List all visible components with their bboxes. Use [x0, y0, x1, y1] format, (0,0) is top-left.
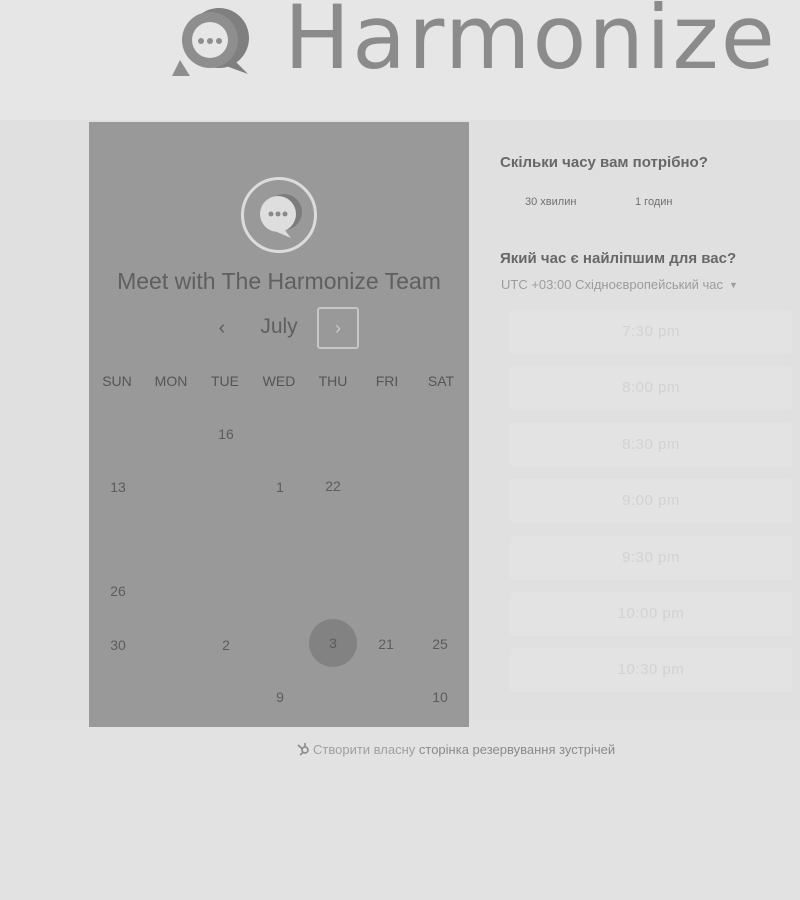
month-navigator: ‹ July › — [89, 307, 469, 349]
calendar-day[interactable]: 10 — [420, 689, 460, 709]
footer-promo: Створити власну сторінка резервування зу… — [296, 742, 615, 757]
duration-option-1hour[interactable]: 1 годин — [635, 196, 672, 208]
timezone-select[interactable]: UTC +03:00 Східноєвропейський час ▼ — [501, 277, 738, 292]
calendar-day[interactable]: 25 — [420, 636, 460, 656]
calendar-day[interactable]: 22 — [313, 478, 353, 498]
weekday-sat: SAT — [427, 373, 455, 389]
team-avatar — [241, 177, 317, 253]
time-slot[interactable]: 8:30 pm — [510, 423, 792, 467]
chat-bubble-logo-icon — [172, 8, 249, 76]
weekday-header: SUN MON TUE WED THU FRI SAT — [89, 373, 470, 389]
brand-name: Harmonize — [284, 0, 777, 89]
calendar-day[interactable]: 30 — [98, 637, 138, 657]
month-label: July — [260, 315, 298, 338]
calendar-day[interactable]: 13 — [98, 479, 138, 499]
chat-bubble-icon — [260, 194, 302, 238]
duration-option-30min[interactable]: 30 хвилин — [525, 196, 576, 208]
footer-link[interactable]: сторінка резервування зустрічей — [419, 742, 615, 757]
weekday-tue: TUE — [211, 373, 239, 389]
calendar-day[interactable]: 1 — [260, 479, 300, 499]
calendar-day[interactable]: 2 — [206, 637, 246, 657]
time-slot[interactable]: 10:30 pm — [510, 648, 792, 692]
time-slot[interactable]: 9:00 pm — [510, 479, 792, 523]
prev-month-button[interactable]: ‹ — [207, 307, 237, 349]
time-slot[interactable]: 7:30 pm — [510, 310, 792, 354]
time-slot[interactable]: 9:30 pm — [510, 536, 792, 580]
weekday-sun: SUN — [102, 373, 132, 389]
caret-down-icon: ▼ — [728, 280, 738, 290]
calendar-day[interactable]: 26 — [98, 583, 138, 603]
timezone-label: UTC +03:00 Східноєвропейський час — [501, 277, 723, 292]
time-slot[interactable]: 8:00 pm — [510, 366, 792, 410]
calendar-day[interactable]: 9 — [260, 689, 300, 709]
brand-logo: Harmonize — [170, 0, 777, 82]
weekday-fri: FRI — [375, 373, 399, 389]
calendar-day[interactable]: 16 — [206, 426, 246, 446]
duration-question: Скільки часу вам потрібно? — [500, 154, 708, 171]
calendar-day-selected[interactable]: 3 — [309, 619, 357, 667]
next-month-button[interactable]: › — [317, 307, 359, 349]
weekday-wed: WED — [262, 373, 296, 389]
footer-prefix: Створити власну — [313, 742, 416, 757]
meeting-title: Meet with The Harmonize Team — [117, 268, 441, 294]
calendar-day[interactable]: 21 — [366, 636, 406, 656]
weekday-mon: MON — [154, 373, 188, 389]
time-slot[interactable]: 10:00 pm — [510, 592, 792, 636]
calendar-panel: Meet with The Harmonize Team ‹ July › SU… — [89, 122, 469, 727]
weekday-thu: THU — [318, 373, 348, 389]
time-question: Який час є найліпшим для вас? — [500, 250, 737, 267]
hubspot-sprocket-icon — [296, 742, 310, 757]
